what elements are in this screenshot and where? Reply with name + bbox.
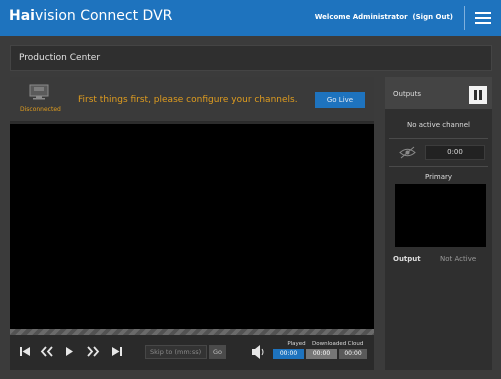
brand-bold: Hai [9,8,35,24]
status-row: Disconnected First things first, please … [10,77,374,122]
played-label: Played [287,341,306,347]
monitor-icon [29,84,49,100]
topbar-divider [464,6,465,30]
status-message: First things first, please configure you… [78,95,298,105]
pause-icon[interactable] [469,86,487,104]
video-viewport [10,124,374,329]
skip-forward-icon[interactable] [107,343,127,361]
downloaded-label: Downloaded [312,341,347,347]
go-live-button[interactable]: Go Live [315,92,365,108]
hamburger-icon[interactable] [471,8,495,28]
output-label: Output [393,255,421,263]
play-icon[interactable] [59,343,79,361]
skip-back-icon[interactable] [15,343,35,361]
no-active-channel: No active channel [407,121,470,129]
skip-to-input[interactable]: Skip to (mm:ss) [145,345,207,359]
fast-forward-icon[interactable] [83,343,103,361]
connection-status: Disconnected [20,106,61,113]
outputs-panel: Outputs No active channel 0:00 Primary O… [385,77,492,370]
welcome-area: Welcome Administrator (Sign Out) [315,13,453,21]
outputs-title: Outputs [393,90,421,98]
downloaded-time: 00:00 [306,349,337,359]
eye-off-icon[interactable] [395,145,420,160]
sign-out-link[interactable]: (Sign Out) [412,13,453,21]
played-time: 00:00 [273,349,304,359]
divider [389,138,488,139]
outputs-header: Outputs [385,77,492,109]
app-brand: Haivision Connect DVR [9,8,172,24]
rewind-icon[interactable] [37,343,57,361]
output-time: 0:00 [425,145,485,160]
top-bar: Haivision Connect DVR Welcome Administra… [0,0,501,36]
brand-name: vision Connect DVR [34,8,173,24]
welcome-text: Welcome Administrator [314,13,408,21]
output-status: Not Active [440,255,477,263]
divider [389,166,488,167]
cloud-time: 00:00 [339,349,367,359]
go-button[interactable]: Go [209,345,226,359]
speaker-icon[interactable] [251,343,265,361]
page-title: Production Center [19,53,101,63]
output-preview [395,184,486,247]
player-panel: Disconnected First things first, please … [10,77,374,370]
cloud-label: Cloud [347,341,364,347]
page-header: Production Center [10,45,492,71]
playback-controls: Skip to (mm:ss) Go Played Downloaded Clo… [10,335,374,370]
primary-label: Primary [424,173,453,181]
